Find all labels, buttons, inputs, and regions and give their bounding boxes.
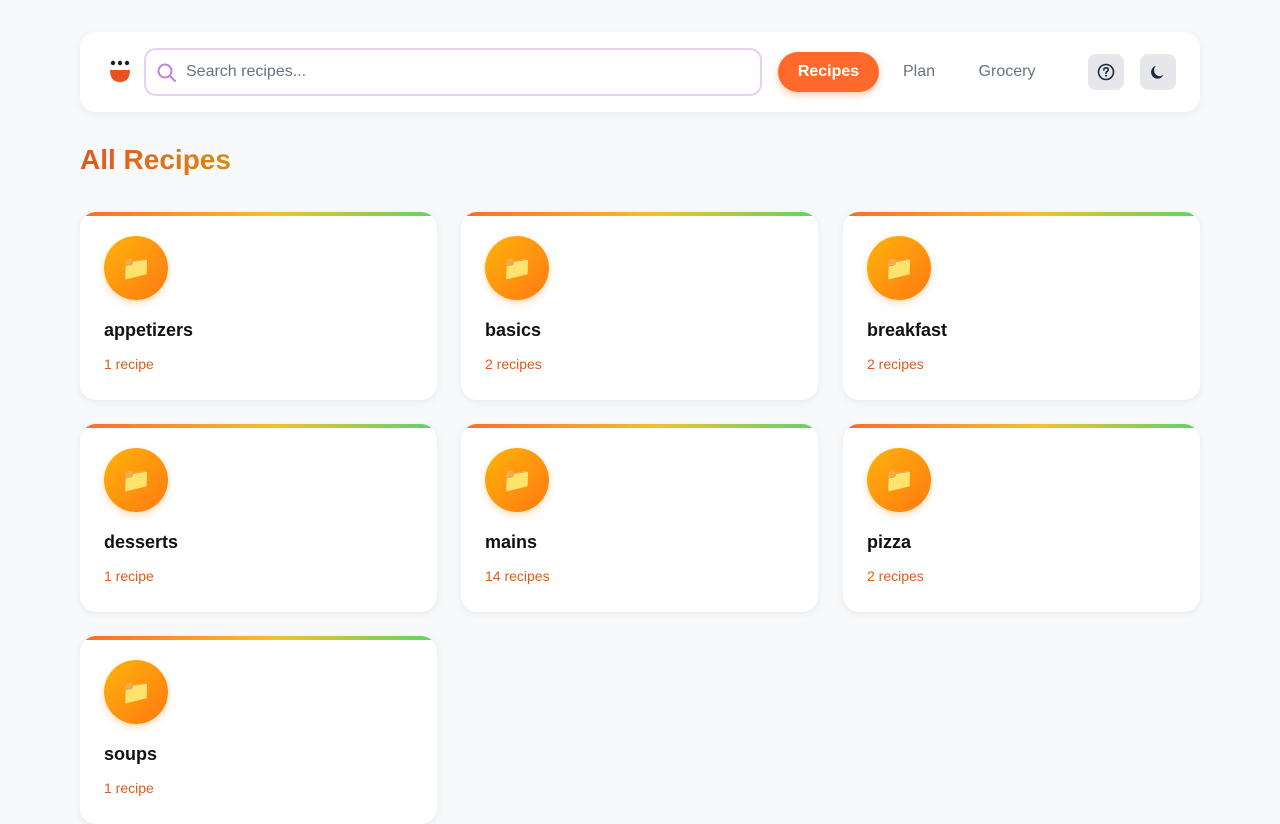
recipe-count: 14 recipes (485, 568, 550, 584)
category-name: breakfast (867, 320, 948, 340)
help-icon (1097, 63, 1115, 81)
page-title: All Recipes (80, 144, 231, 175)
moon-icon (1151, 65, 1164, 79)
card-accent-bar (80, 636, 437, 640)
search-icon (157, 63, 176, 82)
category-card-appetizers[interactable]: 📁 appetizers 1 recipe (80, 212, 437, 400)
card-accent-bar (80, 424, 437, 428)
category-name: appetizers (104, 320, 194, 340)
recipe-count: 1 recipe (104, 780, 154, 796)
recipe-count: 2 recipes (867, 568, 924, 584)
theme-toggle-button[interactable] (1140, 54, 1176, 90)
card-accent-bar (461, 424, 818, 428)
category-name: mains (485, 532, 538, 552)
category-card-pizza[interactable]: 📁 pizza 2 recipes (843, 424, 1200, 612)
card-accent-bar (843, 424, 1200, 428)
category-name: soups (104, 744, 158, 764)
help-button[interactable] (1088, 54, 1124, 90)
category-card-desserts[interactable]: 📁 desserts 1 recipe (80, 424, 437, 612)
card-accent-bar (80, 212, 437, 216)
nav-grocery-button[interactable]: Grocery (973, 52, 1041, 92)
chef-logo-icon[interactable] (108, 60, 132, 84)
folder-icon: 📁 (104, 660, 168, 724)
nav-plan-button[interactable]: Plan (895, 52, 943, 92)
recipe-count: 2 recipes (485, 356, 542, 372)
search-input[interactable] (186, 50, 746, 94)
category-name: desserts (104, 532, 179, 552)
recipe-count: 2 recipes (867, 356, 924, 372)
category-card-mains[interactable]: 📁 mains 14 recipes (461, 424, 818, 612)
category-name: pizza (867, 532, 912, 552)
folder-icon: 📁 (485, 236, 549, 300)
recipe-count: 1 recipe (104, 568, 154, 584)
card-accent-bar (461, 212, 818, 216)
folder-icon: 📁 (485, 448, 549, 512)
nav-recipes-button[interactable]: Recipes (778, 52, 879, 92)
category-card-breakfast[interactable]: 📁 breakfast 2 recipes (843, 212, 1200, 400)
category-name: basics (485, 320, 542, 340)
category-card-soups[interactable]: 📁 soups 1 recipe (80, 636, 437, 824)
category-card-basics[interactable]: 📁 basics 2 recipes (461, 212, 818, 400)
top-bar: Recipes Plan Grocery (80, 32, 1200, 112)
card-accent-bar (843, 212, 1200, 216)
folder-icon: 📁 (867, 236, 931, 300)
search-box (144, 48, 762, 96)
folder-icon: 📁 (104, 448, 168, 512)
folder-icon: 📁 (104, 236, 168, 300)
folder-icon: 📁 (867, 448, 931, 512)
recipe-count: 1 recipe (104, 356, 154, 372)
